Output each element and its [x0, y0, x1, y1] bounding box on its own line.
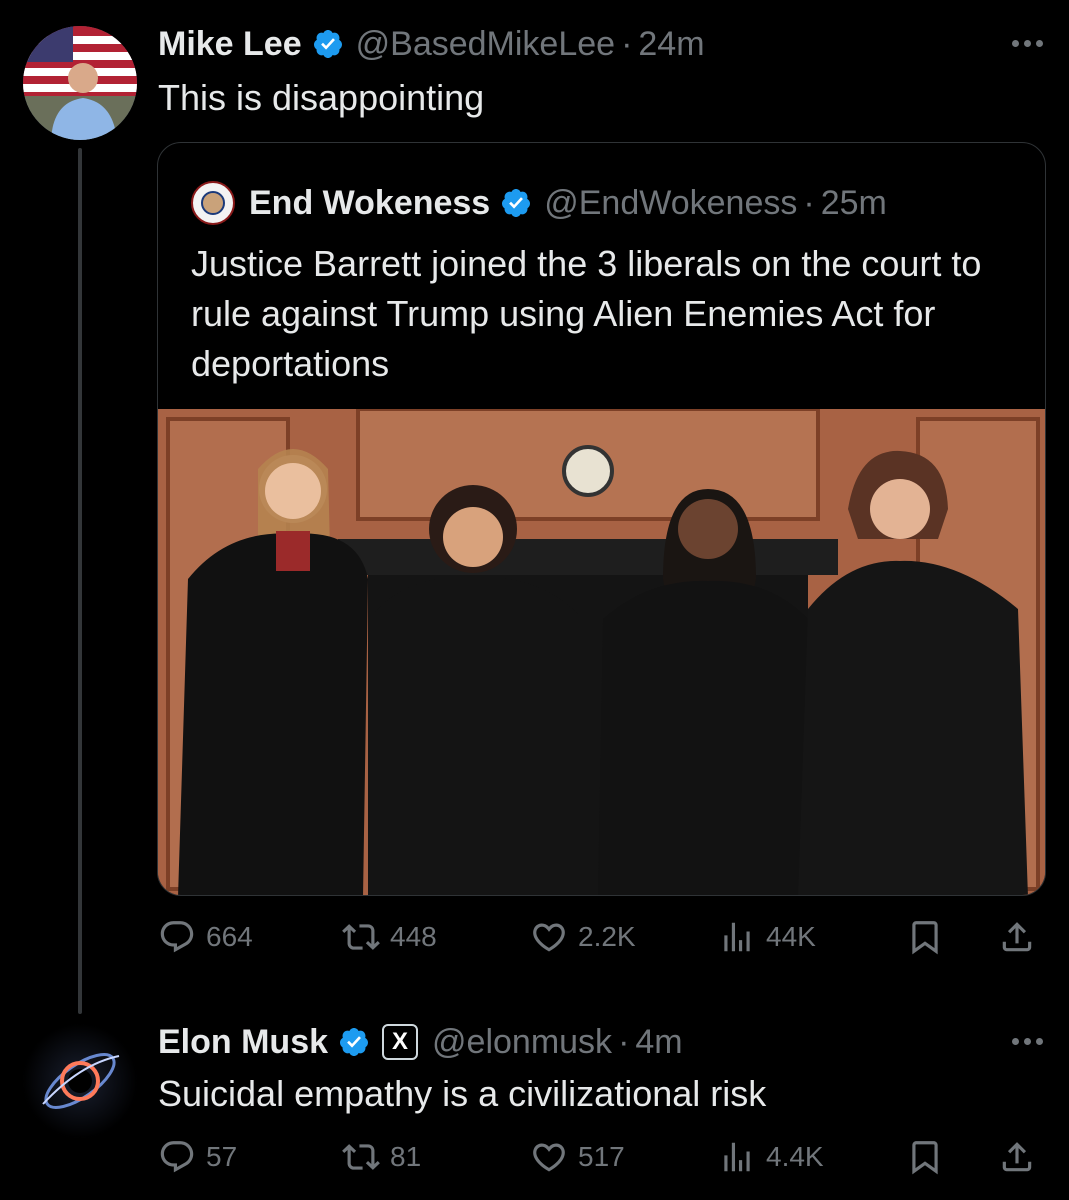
bookmark-icon	[912, 1141, 938, 1175]
verified-badge-icon	[340, 1028, 369, 1056]
views-icon	[724, 1142, 750, 1172]
share-icon	[1002, 922, 1032, 952]
post-action-bar: 664 448 2.2K 44K	[158, 918, 1048, 962]
like-icon	[533, 1143, 565, 1172]
like-button[interactable]: 2.2K	[530, 918, 636, 956]
views-icon	[724, 922, 750, 952]
affiliate-x-badge[interactable]: X	[382, 1024, 419, 1060]
reply-header: Elon Musk X @elonmusk · 4m	[158, 1022, 683, 1062]
quoted-author-handle[interactable]: @EndWokeness	[544, 183, 797, 223]
thread-view: Mike Lee @BasedMikeLee · 24m This is dis…	[0, 0, 1069, 1200]
author-name[interactable]: Elon Musk	[158, 1022, 328, 1062]
bookmark-button[interactable]	[906, 918, 944, 956]
verified-badge-icon	[313, 30, 342, 58]
repost-button[interactable]: 448	[342, 918, 437, 956]
quoted-post-header: End Wokeness @EndWokeness · 25m	[191, 181, 887, 225]
bookmark-button[interactable]	[906, 1138, 944, 1176]
reply-button[interactable]: 664	[158, 918, 253, 956]
quoted-post-image[interactable]	[158, 409, 1046, 896]
thread-connector-line	[78, 148, 82, 1014]
separator-dot: ·	[621, 25, 633, 63]
quoted-author-name[interactable]: End Wokeness	[249, 183, 490, 223]
reply-text: Suicidal empathy is a civilizational ris…	[158, 1073, 767, 1114]
share-icon	[1002, 1142, 1032, 1172]
repost-icon	[342, 924, 380, 950]
author-handle[interactable]: @elonmusk	[432, 1022, 612, 1062]
share-button[interactable]	[998, 918, 1036, 956]
reply-time[interactable]: 4m	[635, 1022, 682, 1062]
elon-musk-avatar-image	[23, 1024, 137, 1138]
author-handle[interactable]: @BasedMikeLee	[356, 24, 615, 64]
share-button[interactable]	[998, 1138, 1036, 1176]
repost-button[interactable]: 81	[342, 1138, 421, 1176]
repost-icon	[342, 1144, 380, 1170]
views-count: 4.4K	[766, 1141, 824, 1172]
reply-count: 57	[206, 1141, 238, 1172]
quoted-post-text: Justice Barrett joined the 3 liberals on…	[191, 243, 982, 384]
separator-dot: ·	[803, 184, 815, 222]
views-button[interactable]: 4.4K	[718, 1138, 824, 1176]
like-count: 517	[578, 1141, 625, 1172]
reply-count: 664	[206, 921, 253, 952]
views-button[interactable]: 44K	[718, 918, 816, 956]
repost-count: 81	[390, 1141, 422, 1172]
mike-lee-avatar-image	[23, 26, 137, 140]
quoted-author-avatar[interactable]	[191, 181, 235, 225]
author-name[interactable]: Mike Lee	[158, 24, 302, 64]
verified-badge-icon	[502, 189, 531, 217]
reply-action-bar: 57 81 517 4.4K	[158, 1138, 1048, 1182]
views-count: 44K	[766, 921, 816, 952]
reply-icon	[160, 921, 194, 953]
more-options-icon[interactable]	[1012, 1038, 1043, 1045]
post-time[interactable]: 24m	[638, 24, 704, 64]
more-options-icon[interactable]	[1012, 40, 1043, 47]
quoted-post-card[interactable]: End Wokeness @EndWokeness · 25m Justice …	[157, 142, 1046, 896]
reply-icon	[160, 1141, 194, 1173]
like-button[interactable]: 517	[530, 1138, 625, 1176]
separator-dot: ·	[618, 1023, 630, 1061]
avatar[interactable]	[23, 26, 137, 140]
quoted-post-time[interactable]: 25m	[821, 183, 887, 223]
reply-button[interactable]: 57	[158, 1138, 237, 1176]
bookmark-icon	[912, 921, 938, 955]
like-count: 2.2K	[578, 921, 636, 952]
repost-count: 448	[390, 921, 437, 952]
avatar[interactable]	[23, 1024, 137, 1138]
post-text: This is disappointing	[158, 77, 485, 118]
like-icon	[533, 923, 565, 952]
post-header: Mike Lee @BasedMikeLee · 24m	[158, 24, 705, 64]
